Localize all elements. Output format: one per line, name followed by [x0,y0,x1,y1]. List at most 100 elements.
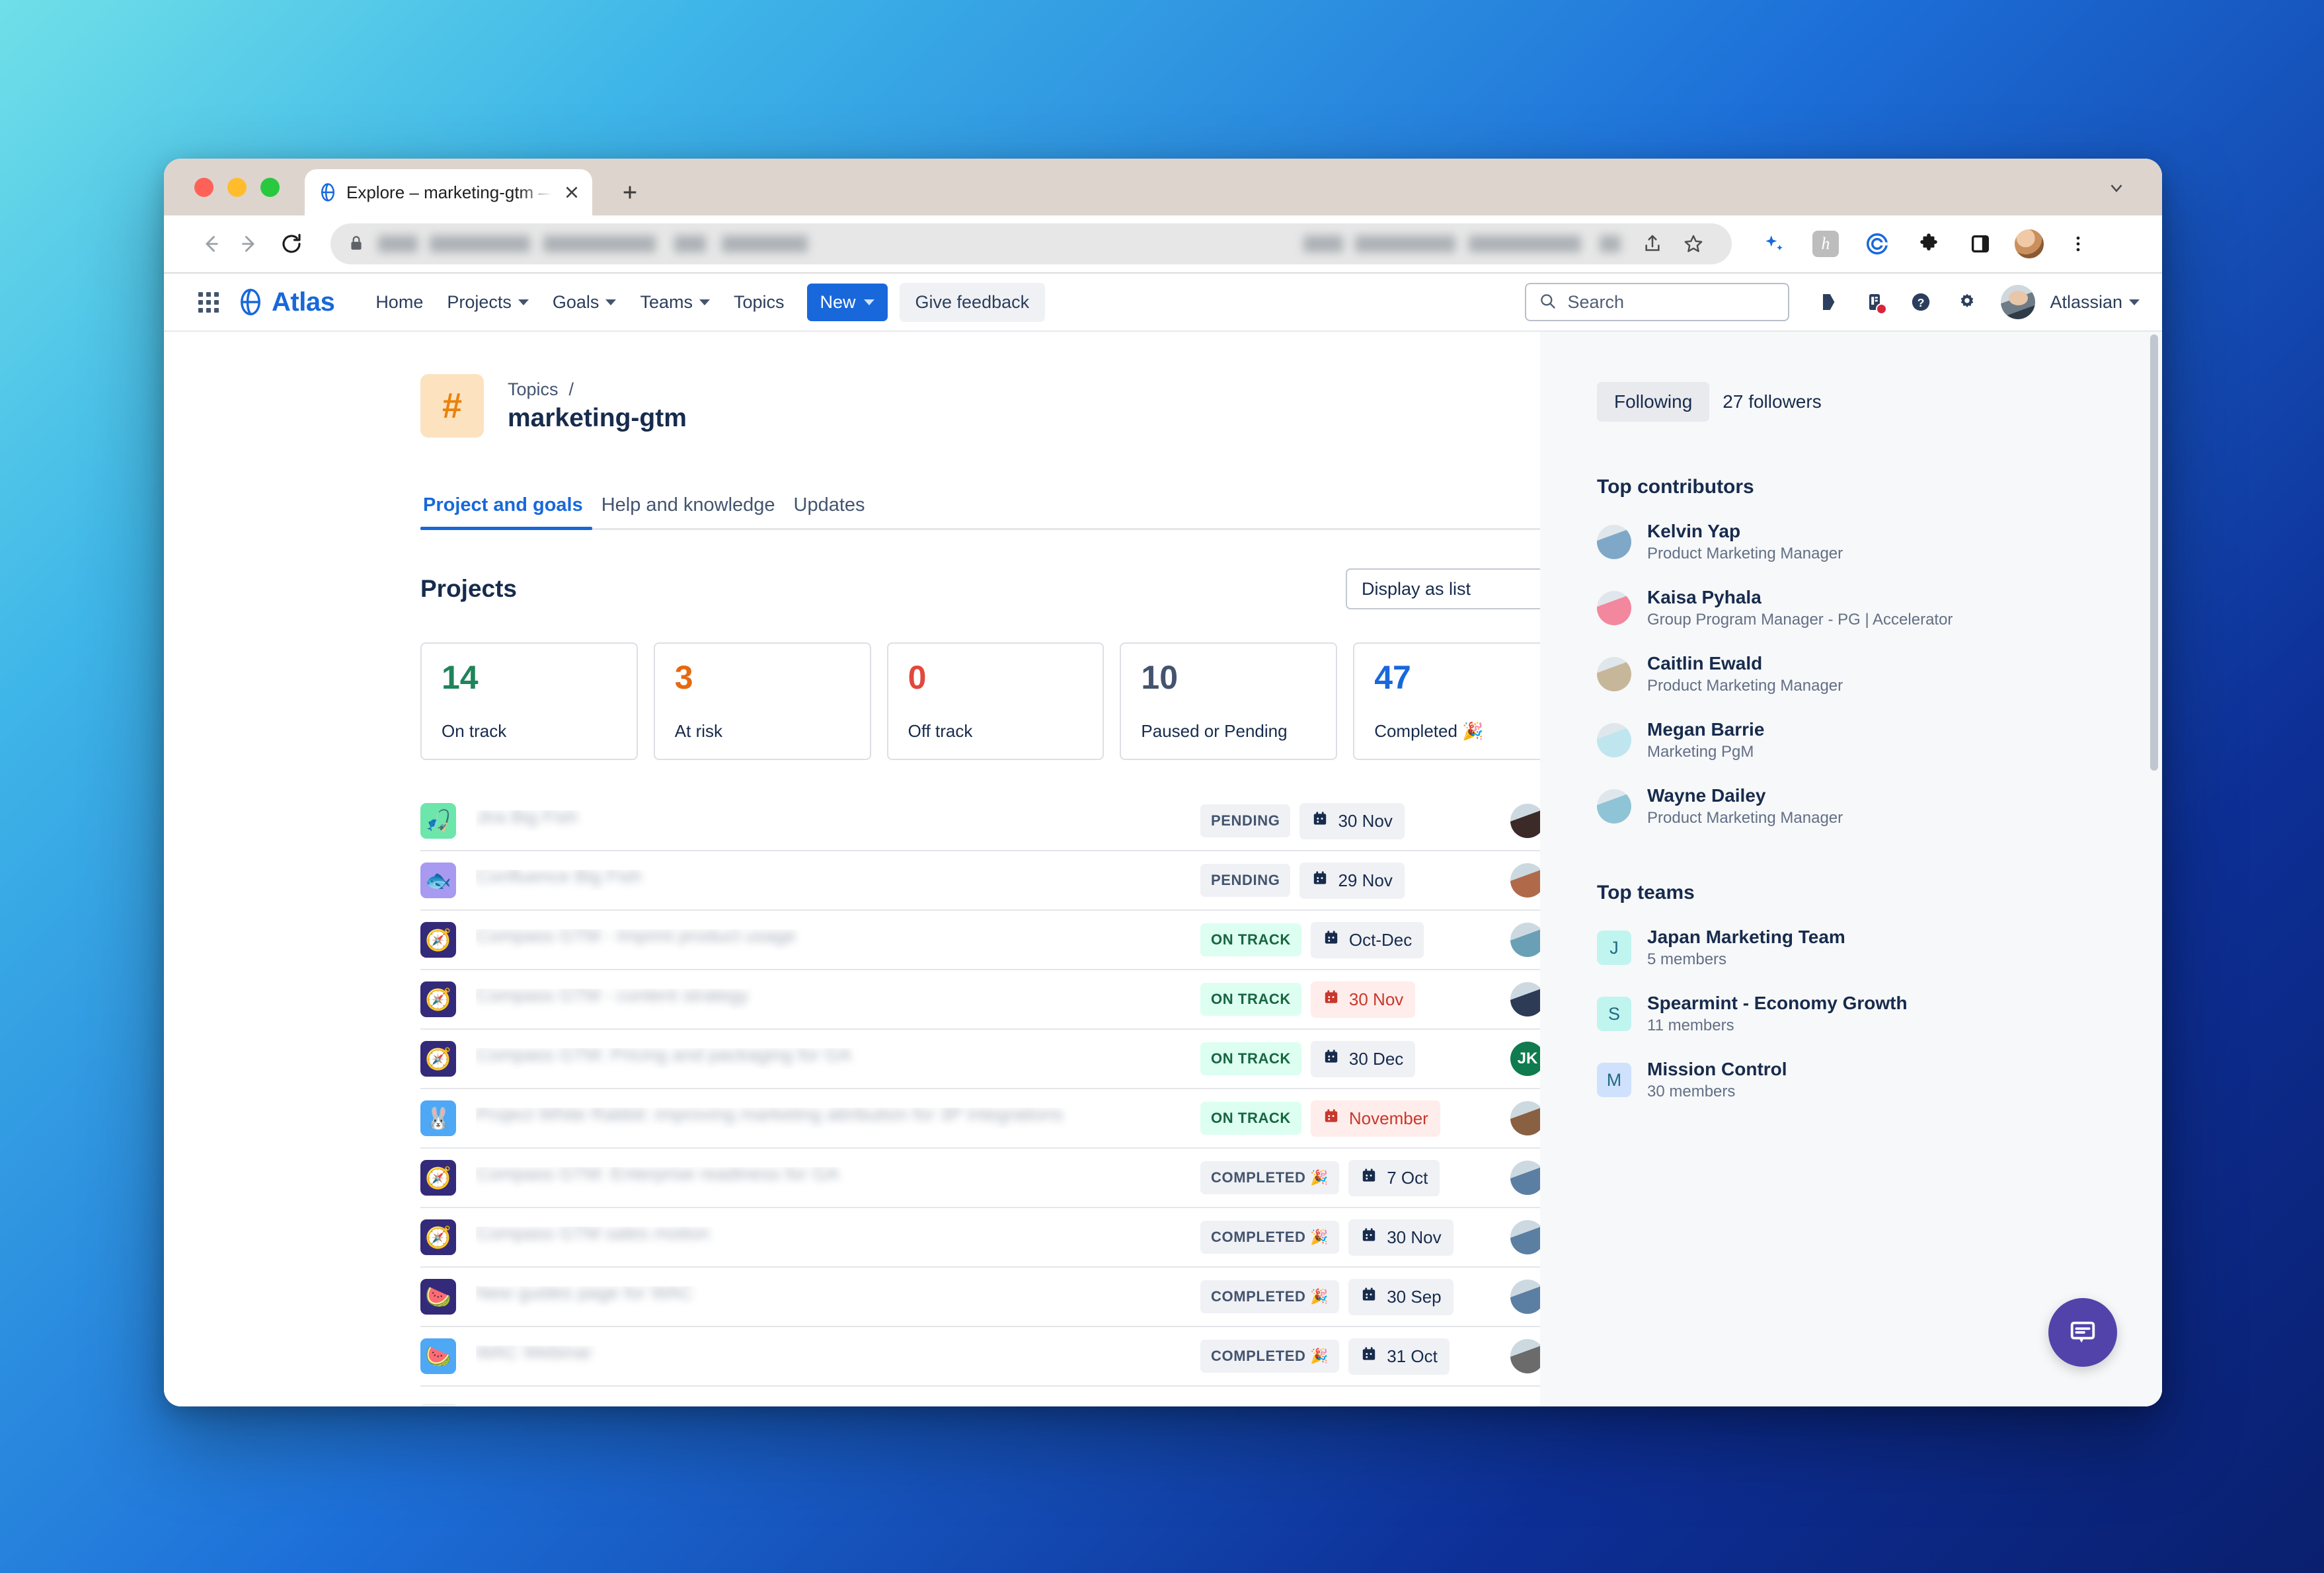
loom-icon[interactable] [1859,225,1896,262]
chat-bubble-icon[interactable] [2048,1298,2117,1367]
avatar[interactable] [1510,923,1540,957]
search-input[interactable]: Search [1525,283,1790,321]
project-name[interactable]: Compass GTM: Enterprise readiness for GA [476,1167,1200,1188]
show-more-row[interactable]: Show more [420,1404,1540,1406]
avatar[interactable] [1597,789,1631,824]
settings-icon[interactable] [1947,282,1988,323]
avatar[interactable] [2001,285,2036,319]
nav-home[interactable]: Home [364,284,435,321]
project-name[interactable]: Compass GTM sales motion [476,1227,1200,1248]
star-icon[interactable] [1675,225,1712,262]
close-icon[interactable] [561,181,583,204]
arrow-left-icon[interactable] [192,225,230,263]
table-row[interactable]: 🧭 Compass GTM: Enterprise readiness for G… [420,1149,1540,1208]
list-item[interactable]: Kelvin Yap Product Marketing Manager [1597,521,2122,563]
project-name[interactable]: Jira Big Fish [476,810,1200,831]
table-row[interactable]: 🍉 WAC Webinar COMPLETED 🎉 31 Oct [420,1327,1540,1387]
list-item[interactable]: Caitlin Ewald Product Marketing Manager [1597,653,2122,695]
tab-help-and-knowledge[interactable]: Help and knowledge [592,494,785,528]
nav-teams[interactable]: Teams [628,284,722,321]
project-name[interactable]: Confluence Big Fish [476,870,1200,891]
list-item[interactable]: J Japan Marketing Team 5 members [1597,927,2122,969]
table-row[interactable]: 🎣 Jira Big Fish PENDING 30 Nov [420,792,1540,851]
chrome-profile-avatar[interactable] [2013,228,2045,260]
avatar[interactable]: JK [1510,1042,1540,1076]
address-bar-url[interactable] [378,235,1621,252]
list-item[interactable]: Wayne Dailey Product Marketing Manager [1597,785,2122,827]
list-item[interactable]: Kaisa Pyhala Group Program Manager - PG |… [1597,587,2122,629]
project-name[interactable]: New guides page for WAC [476,1286,1200,1307]
avatar[interactable] [1510,1339,1540,1373]
table-row[interactable]: 🧭 Compass GTM - content strategy ON TRACK 3… [420,970,1540,1030]
tag-icon[interactable] [1808,282,1849,323]
atlas-logo-icon[interactable]: Atlas [236,288,335,317]
sparkle-icon[interactable] [1756,225,1793,262]
maximize-window-button[interactable] [260,177,280,197]
breadcrumb-topics[interactable]: Topics [508,379,559,400]
vertical-scrollbar[interactable] [2149,332,2159,1406]
avatar[interactable] [1510,863,1540,898]
table-row[interactable]: 🐟 Confluence Big Fish PENDING 29 Nov [420,851,1540,911]
list-item[interactable]: Megan Barrie Marketing PgM [1597,719,2122,761]
avatar[interactable] [1597,723,1631,757]
chevron-down-icon[interactable] [420,1404,457,1406]
followers-count[interactable]: 27 followers [1723,391,1821,412]
table-row[interactable]: 🍉 New guides page for WAC COMPLETED 🎉 30 Se… [420,1268,1540,1327]
sidebar-icon[interactable] [1962,225,1999,262]
account-menu[interactable]: Atlassian [2050,292,2140,313]
table-row[interactable]: 🧭 Compass GTM - Imprint product usage ON T… [420,911,1540,970]
table-row[interactable]: 🧭 Compass GTM sales motion COMPLETED 🎉 30 N… [420,1208,1540,1268]
avatar[interactable] [1510,1220,1540,1254]
breadcrumb-separator: / [568,379,574,399]
share-icon[interactable] [1634,225,1671,262]
new-tab-button[interactable] [615,177,645,208]
nav-topics[interactable]: Topics [722,284,796,321]
project-name[interactable]: Compass GTM - content strategy [476,989,1200,1010]
arrow-right-icon[interactable] [230,225,268,263]
top-contributors-title: Top contributors [1597,476,1754,498]
project-name[interactable]: Project White Rabbit: improving marketin… [476,1108,1200,1129]
stat-card[interactable]: 47 Completed 🎉 [1353,642,1540,760]
avatar[interactable] [1510,804,1540,838]
address-bar[interactable] [330,223,1732,264]
project-name-text: Compass GTM sales motion [476,1227,710,1243]
nav-projects[interactable]: Projects [435,284,541,321]
give-feedback-button[interactable]: Give feedback [899,282,1046,322]
scrollbar-thumb[interactable] [2150,334,2158,771]
notifications-icon[interactable] [1854,282,1895,323]
display-as-select[interactable]: Display as list [1346,568,1540,609]
close-window-button[interactable] [194,177,213,197]
list-item[interactable]: S Spearmint - Economy Growth 11 members [1597,993,2122,1035]
puzzle-icon[interactable] [1910,225,1947,262]
table-row[interactable]: 🧭 Compass GTM: Pricing and packaging for … [420,1030,1540,1089]
chevron-down-icon[interactable] [2107,178,2126,201]
grammarly-icon[interactable]: h [1807,225,1844,262]
tab-project-and-goals[interactable]: Project and goals [420,494,592,530]
avatar[interactable] [1510,982,1540,1017]
stat-card[interactable]: 10 Paused or Pending [1120,642,1338,760]
stat-card[interactable]: 3 At risk [653,642,871,760]
project-name[interactable]: WAC Webinar [476,1346,1200,1367]
nav-goals[interactable]: Goals [541,284,629,321]
app-switcher-icon[interactable] [198,291,219,313]
project-name[interactable]: Compass GTM - Imprint product usage [476,929,1200,950]
table-row[interactable]: 🐰 Project White Rabbit: improving marketi… [420,1089,1540,1149]
list-item[interactable]: M Mission Control 30 members [1597,1059,2122,1101]
stat-card[interactable]: 14 On track [420,642,638,760]
avatar[interactable] [1597,657,1631,691]
avatar[interactable] [1597,591,1631,625]
project-name[interactable]: Compass GTM: Pricing and packaging for G… [476,1048,1200,1069]
avatar[interactable] [1510,1161,1540,1195]
minimize-window-button[interactable] [227,177,247,197]
following-button[interactable]: Following [1597,382,1710,422]
tab-updates[interactable]: Updates [785,494,874,528]
reload-icon[interactable] [272,225,311,263]
help-icon[interactable]: ? [1900,282,1941,323]
avatar[interactable] [1597,525,1631,559]
browser-tab[interactable]: Explore – marketing-gtm — Atlassian [305,169,592,215]
avatar[interactable] [1510,1101,1540,1135]
kebab-menu-icon[interactable] [2060,225,2097,262]
stat-card[interactable]: 0 Off track [886,642,1104,760]
avatar[interactable] [1510,1280,1540,1314]
new-button[interactable]: New [806,283,888,321]
